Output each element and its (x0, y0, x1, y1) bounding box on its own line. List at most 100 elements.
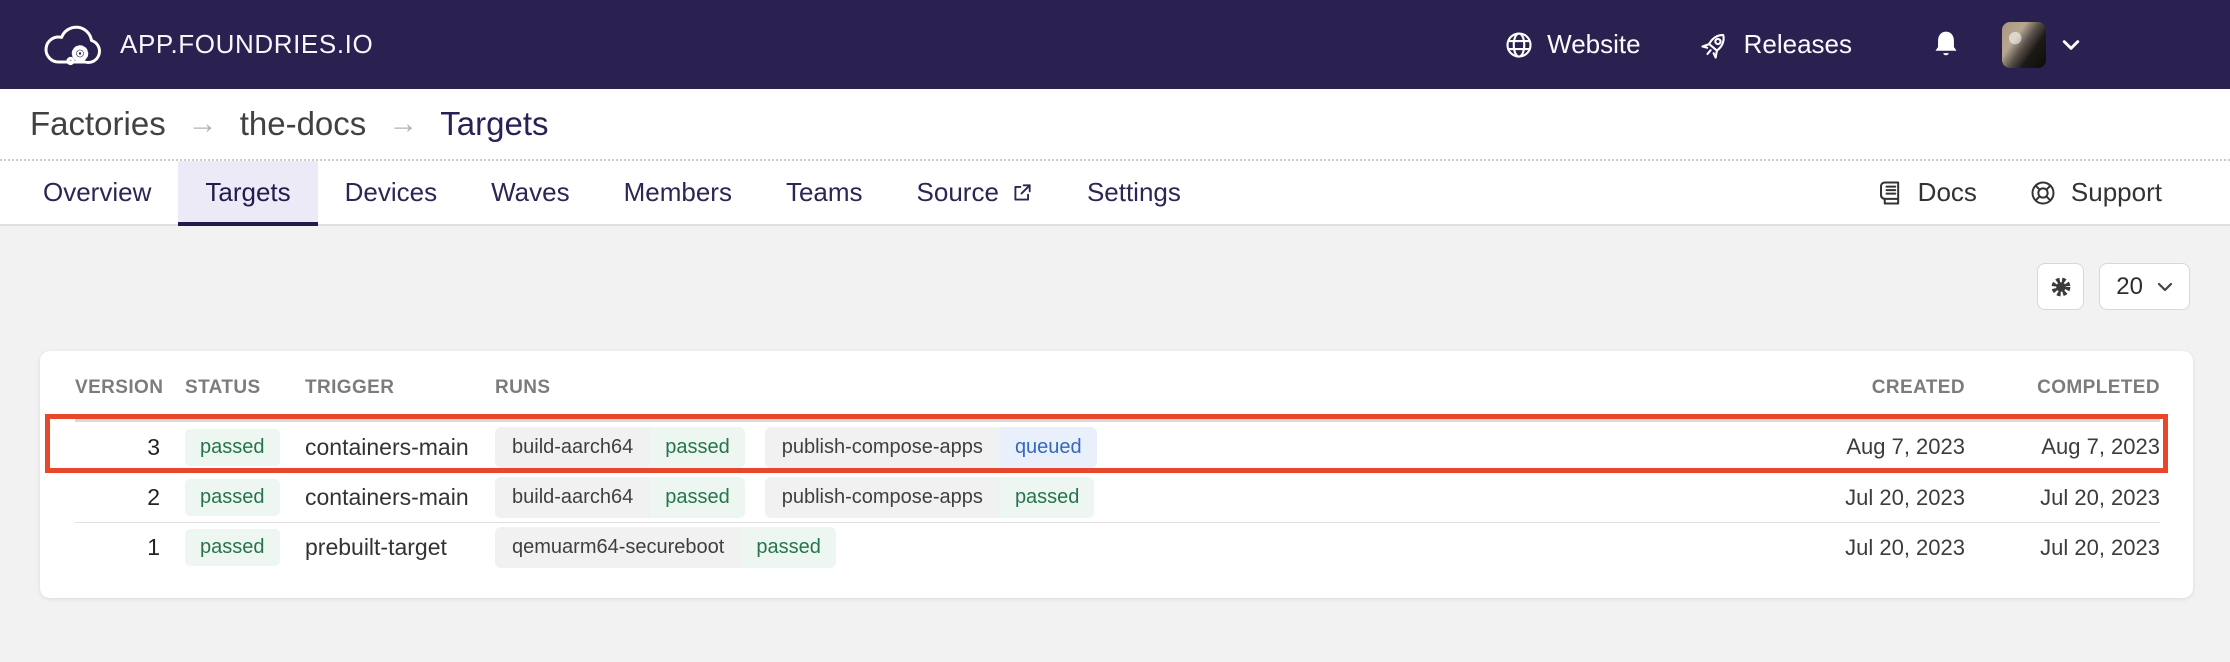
run-name: qemuarm64-secureboot (495, 527, 741, 568)
list-controls: 20 (0, 226, 2230, 310)
tab-source-label: Source (917, 177, 999, 208)
runs-cell: build-aarch64 passed publish-compose-app… (495, 427, 1765, 468)
brand-home-link[interactable]: APP.FOUNDRIES.IO (40, 20, 373, 70)
rocket-icon (1699, 29, 1731, 61)
page-size-select[interactable]: 20 (2099, 263, 2190, 310)
header-runs: RUNS (495, 377, 1765, 399)
completed-cell: Jul 20, 2023 (1990, 485, 2160, 511)
header-status: STATUS (185, 377, 280, 399)
header-created: CREATED (1790, 377, 1965, 399)
table-header-row: VERSION STATUS TRIGGER RUNS CREATED COMP… (75, 375, 2160, 422)
breadcrumb-factories[interactable]: Factories (30, 105, 166, 143)
website-label: Website (1547, 29, 1640, 60)
run-status-badge: passed (741, 527, 836, 568)
run-status-badge: passed (650, 427, 745, 468)
releases-label: Releases (1744, 29, 1852, 60)
user-menu[interactable] (2002, 22, 2080, 68)
run-status-badge: passed (1000, 477, 1095, 518)
run-status-badge: queued (1000, 427, 1097, 468)
top-navbar: APP.FOUNDRIES.IO Website (0, 0, 2230, 89)
external-link-icon (1011, 182, 1033, 204)
run-chip-build-aarch64[interactable]: build-aarch64 passed (495, 477, 745, 518)
status-badge: passed (185, 529, 280, 566)
run-chip-publish-compose-apps[interactable]: publish-compose-apps passed (765, 477, 1095, 518)
gear-icon (2048, 274, 2074, 300)
run-chip-build-aarch64[interactable]: build-aarch64 passed (495, 427, 745, 468)
run-name: build-aarch64 (495, 427, 650, 468)
tab-overview-label: Overview (43, 177, 151, 208)
website-link[interactable]: Website (1504, 29, 1640, 60)
notifications-button[interactable] (1932, 29, 1960, 61)
cloud-gear-logo-icon (40, 20, 104, 70)
created-cell: Aug 7, 2023 (1790, 434, 1965, 460)
tab-members[interactable]: Members (597, 161, 759, 224)
docs-link[interactable]: Docs (1876, 177, 1977, 208)
status-badge: passed (185, 479, 280, 516)
tab-overview[interactable]: Overview (16, 161, 178, 224)
tab-waves[interactable]: Waves (464, 161, 597, 224)
run-chip-publish-compose-apps[interactable]: publish-compose-apps queued (765, 427, 1097, 468)
trigger-cell: containers-main (305, 484, 470, 511)
brand-title: APP.FOUNDRIES.IO (120, 29, 373, 60)
tab-teams-label: Teams (786, 177, 863, 208)
releases-link[interactable]: Releases (1699, 29, 1852, 61)
tab-waves-label: Waves (491, 177, 570, 208)
status-cell: passed (185, 479, 280, 516)
runs-cell: qemuarm64-secureboot passed (495, 527, 1765, 568)
app-foundries-page: APP.FOUNDRIES.IO Website (0, 0, 2230, 662)
chevron-down-icon (2062, 39, 2080, 51)
run-name: build-aarch64 (495, 477, 650, 518)
tab-bar-actions: Docs Support (1876, 161, 2230, 224)
targets-table-card: VERSION STATUS TRIGGER RUNS CREATED COMP… (40, 351, 2193, 598)
tab-settings[interactable]: Settings (1060, 161, 1208, 224)
book-icon (1876, 179, 1904, 207)
breadcrumb-factory-name[interactable]: the-docs (240, 105, 367, 143)
status-badge: passed (185, 429, 280, 466)
header-version: VERSION (75, 377, 160, 399)
breadcrumb: Factories → the-docs → Targets (0, 89, 2230, 161)
run-chip-qemuarm64-secureboot[interactable]: qemuarm64-secureboot passed (495, 527, 836, 568)
chevron-down-icon (2157, 282, 2173, 292)
breadcrumb-arrow-icon: → (388, 107, 418, 141)
version-cell[interactable]: 2 (75, 484, 160, 511)
created-cell: Jul 20, 2023 (1790, 485, 1965, 511)
table-row-version-2[interactable]: 2 passed containers-main build-aarch64 p… (75, 472, 2160, 522)
globe-icon (1504, 30, 1534, 60)
status-cell: passed (185, 529, 280, 566)
bell-icon (1932, 29, 1960, 61)
tab-teams[interactable]: Teams (759, 161, 890, 224)
header-trigger: TRIGGER (305, 377, 470, 399)
user-avatar (2002, 22, 2046, 68)
header-completed: COMPLETED (1990, 377, 2160, 399)
factory-tab-bar: Overview Targets Devices Waves Members T… (0, 161, 2230, 226)
created-cell: Jul 20, 2023 (1790, 535, 1965, 561)
completed-cell: Jul 20, 2023 (1990, 535, 2160, 561)
tab-members-label: Members (624, 177, 732, 208)
tab-settings-label: Settings (1087, 177, 1181, 208)
runs-cell: build-aarch64 passed publish-compose-app… (495, 477, 1765, 518)
tab-devices[interactable]: Devices (318, 161, 464, 224)
support-link[interactable]: Support (2029, 177, 2162, 208)
docs-label: Docs (1918, 177, 1977, 208)
tab-targets[interactable]: Targets (178, 161, 317, 224)
support-label: Support (2071, 177, 2162, 208)
tab-source[interactable]: Source (890, 161, 1060, 224)
table-row-version-1[interactable]: 1 passed prebuilt-target qemuarm64-secur… (75, 522, 2160, 572)
breadcrumb-arrow-icon: → (188, 107, 218, 141)
run-name: publish-compose-apps (765, 477, 1000, 518)
breadcrumb-targets[interactable]: Targets (440, 105, 548, 143)
targets-content: 20 VERSION STATUS TRIGGER RUNS CREATED C… (0, 226, 2230, 662)
status-cell: passed (185, 429, 280, 466)
completed-cell: Aug 7, 2023 (1990, 434, 2160, 460)
filter-settings-button[interactable] (2037, 263, 2084, 310)
run-name: publish-compose-apps (765, 427, 1000, 468)
table-row-version-3[interactable]: 3 passed containers-main build-aarch64 p… (75, 422, 2160, 472)
tab-targets-label: Targets (205, 177, 290, 208)
trigger-cell: containers-main (305, 434, 470, 461)
page-size-value: 20 (2116, 273, 2143, 301)
version-cell[interactable]: 1 (75, 534, 160, 561)
run-status-badge: passed (650, 477, 745, 518)
trigger-cell: prebuilt-target (305, 534, 470, 561)
tab-devices-label: Devices (345, 177, 437, 208)
version-cell[interactable]: 3 (75, 434, 160, 461)
